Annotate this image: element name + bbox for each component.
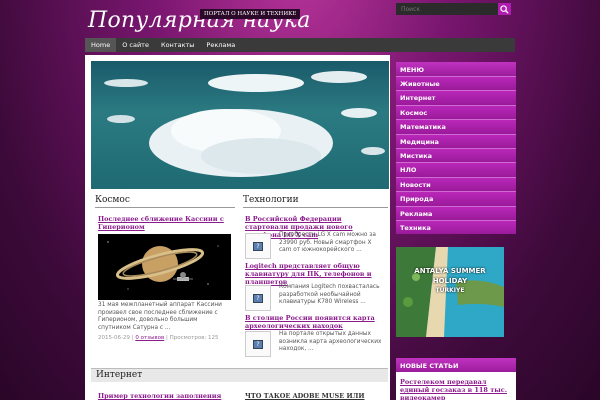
category-bar-internet: Интернет xyxy=(91,368,388,382)
comments-link[interactable]: 0 отзывов xyxy=(135,335,164,341)
menu-item-internet[interactable]: Интернет xyxy=(396,90,516,105)
image-placeholder-icon: ? xyxy=(253,293,263,303)
article-date: 2015-06-29 xyxy=(98,335,130,341)
article-link-internet-right[interactable]: ЧТО ТАКОЕ ADOBE MUSE ИЛИ xyxy=(245,392,385,400)
menu-item-news[interactable]: Новости xyxy=(396,176,516,192)
search-input[interactable] xyxy=(396,3,498,15)
article-excerpt-lg: Приобрести LG X cam можно за 23990 руб. … xyxy=(279,232,376,254)
article-link-cassini[interactable]: Последнее сближение Кассини с Гиперионом xyxy=(98,215,230,231)
menu-item-space[interactable]: Космос xyxy=(396,104,516,120)
iceberg-graphic xyxy=(104,71,385,177)
article-excerpt-archeology: На портале открытых данных возникла карт… xyxy=(279,331,382,353)
site-tagline: ПОРТАЛ О НАУКЕ И ТЕХНИКЕ xyxy=(200,9,301,19)
nav-advertising[interactable]: Реклама xyxy=(200,38,241,52)
search-button[interactable] xyxy=(498,3,511,15)
sidebar-ad-banner[interactable]: ANTALYA SUMMER HOLIDAY TÜRKIYE xyxy=(396,247,504,337)
article-link-internet-left[interactable]: Пример технологии заполнения xyxy=(98,392,230,400)
category-title-internet[interactable]: Интернет xyxy=(96,370,142,380)
category-title-kosmos[interactable]: Космос xyxy=(95,195,235,208)
category-title-tech[interactable]: Технологии xyxy=(243,195,388,208)
saturn-graphic xyxy=(107,241,219,290)
article-excerpt-cassini: 31 мая межпланетный аппарат Кассини прои… xyxy=(98,302,222,331)
hero-image-iceberg[interactable] xyxy=(91,61,389,189)
menu-item-medicine[interactable]: Медицина xyxy=(396,133,516,148)
article-excerpt-logitech: Компания Logitech похвасталась разработк… xyxy=(279,284,380,306)
image-placeholder-icon: ? xyxy=(253,241,263,251)
menu-item-ufo[interactable]: НЛО xyxy=(396,162,516,177)
image-placeholder-icon: ? xyxy=(253,339,263,349)
nav-about[interactable]: О сайте xyxy=(116,38,155,52)
ad-text-line1: ANTALYA SUMMER xyxy=(414,267,486,275)
sidebar-menu-title: МЕНЮ xyxy=(396,62,516,76)
menu-item-animals[interactable]: Животные xyxy=(396,76,516,91)
search-icon xyxy=(500,4,509,14)
main-content: Космос Последнее сближение Кассини с Гип… xyxy=(85,55,390,400)
nav-contacts[interactable]: Контакты xyxy=(155,38,200,52)
article-thumbnail[interactable]: ? xyxy=(245,233,271,259)
article-image-saturn[interactable] xyxy=(98,234,231,300)
ad-text-line3: TÜRKIYE xyxy=(435,287,465,294)
nav-home[interactable]: Home xyxy=(85,38,117,52)
sidebar-news-link[interactable]: Ростелеком передавал единый госзаказ в 1… xyxy=(396,372,516,400)
menu-item-advertising[interactable]: Реклама xyxy=(396,205,516,220)
menu-item-technics[interactable]: Техника xyxy=(396,219,516,235)
ad-text-line2: HOLIDAY xyxy=(432,277,468,285)
article-link-logitech[interactable]: Logitech представляет общую клавиатуру д… xyxy=(245,262,385,286)
article-link-archeology[interactable]: В столице России появится карта археолог… xyxy=(245,314,385,330)
view-count: Просмотров: 125 xyxy=(169,335,219,341)
menu-item-math[interactable]: Математика xyxy=(396,119,516,134)
article-thumbnail[interactable]: ? xyxy=(245,285,271,311)
sidebar-new-articles: НОВЫЕ СТАТЬИ Ростелеком передавал единый… xyxy=(396,358,516,400)
main-navigation: Home О сайте Контакты Реклама xyxy=(85,38,515,52)
sidebar-menu: МЕНЮ Животные Интернет Космос Математика… xyxy=(396,62,516,235)
article-thumbnail[interactable]: ? xyxy=(245,331,271,357)
article-meta-cassini: 2015-06-29 | 0 отзывов | Просмотров: 125 xyxy=(98,335,219,341)
menu-item-nature[interactable]: Природа xyxy=(396,191,516,206)
menu-item-mystic[interactable]: Мистика xyxy=(396,147,516,163)
sidebar-news-title: НОВЫЕ СТАТЬИ xyxy=(396,358,516,372)
